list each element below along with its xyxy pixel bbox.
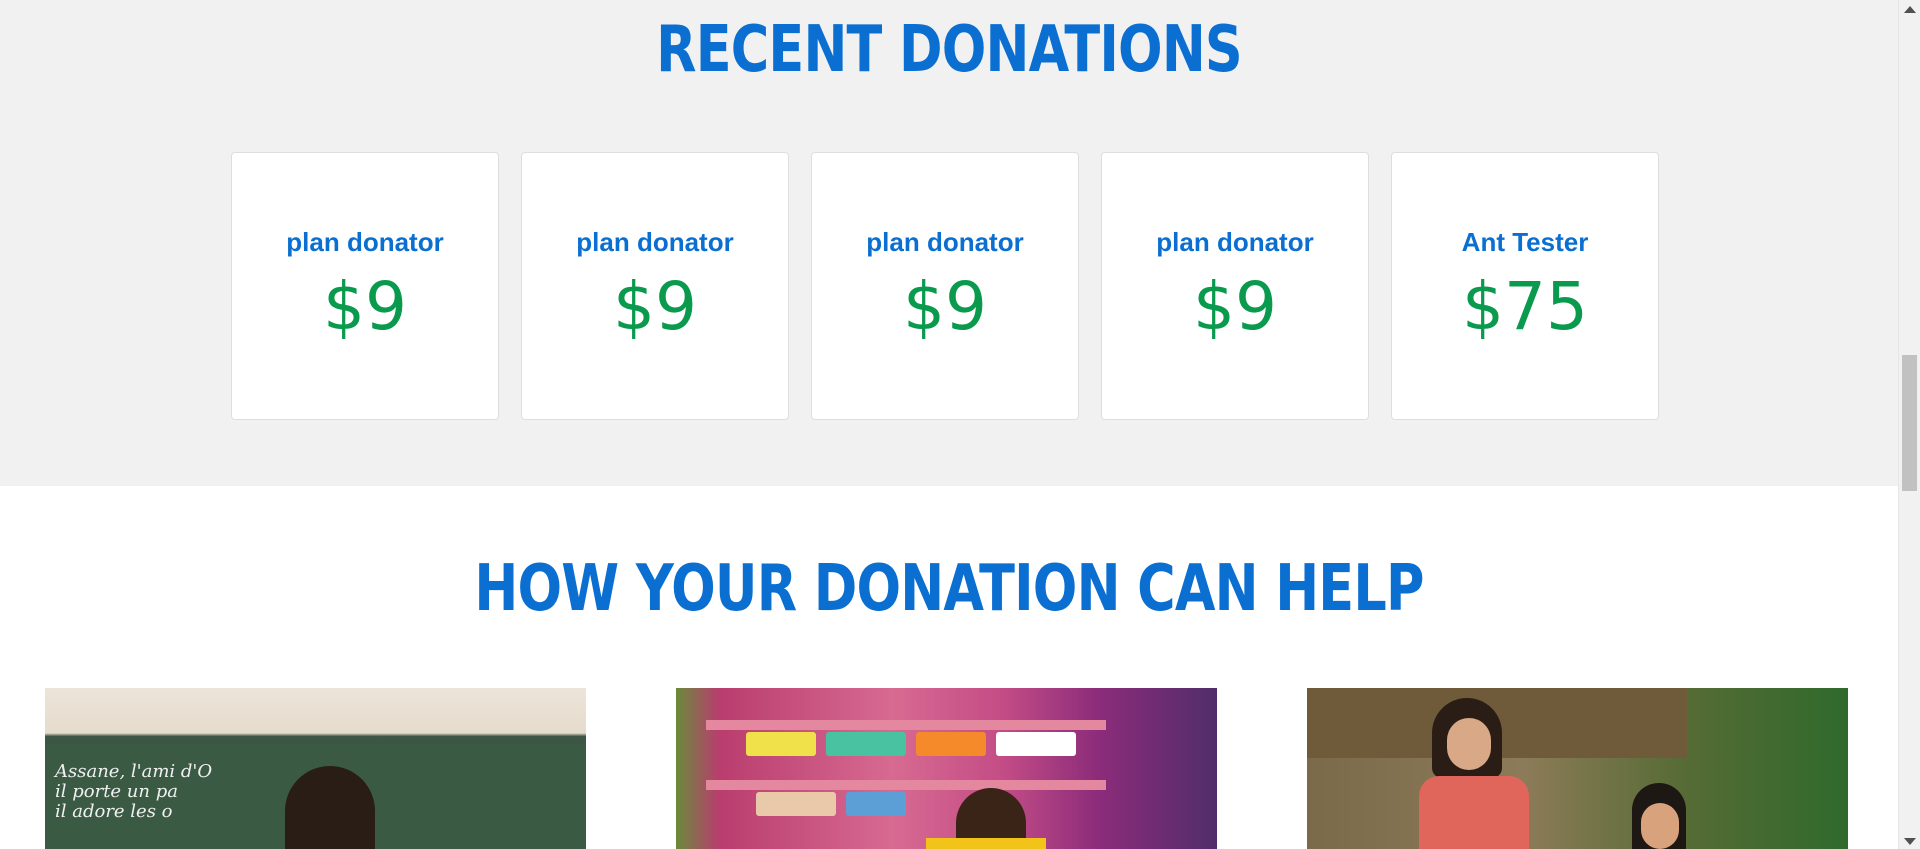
scroll-down-arrow-icon[interactable] <box>1904 838 1916 845</box>
woman-face <box>1447 718 1491 770</box>
donation-amount: $75 <box>1462 268 1588 345</box>
boy-face <box>1641 803 1679 849</box>
donation-card: plan donator $9 <box>231 152 499 420</box>
red-dress <box>1419 776 1529 849</box>
how-donation-helps-title: HOW YOUR DONATION CAN HELP <box>474 552 1424 626</box>
scroll-thumb[interactable] <box>1902 355 1917 491</box>
page: RECENT DONATIONS plan donator $9 plan do… <box>0 0 1920 849</box>
impact-images: Assane, l'ami d'O il porte un pa il ador… <box>45 688 1848 849</box>
fabric-shop-photo[interactable] <box>676 688 1217 849</box>
fabric-stack <box>826 732 906 756</box>
chalkboard-text: Assane, l'ami d'O il porte un pa il ador… <box>55 761 213 822</box>
donor-name: plan donator <box>576 227 734 257</box>
fabric-stack <box>756 792 836 816</box>
shirt <box>926 838 1046 849</box>
fabric-stack <box>996 732 1076 756</box>
donor-name: plan donator <box>286 227 444 257</box>
shelf <box>706 720 1106 730</box>
donation-card: plan donator $9 <box>811 152 1079 420</box>
teacher-figure <box>285 766 375 849</box>
vertical-scrollbar[interactable] <box>1898 0 1920 849</box>
recent-donations-title: RECENT DONATIONS <box>656 13 1243 87</box>
fabric-stack <box>846 792 906 816</box>
donor-name: Ant Tester <box>1461 227 1589 257</box>
donor-name: plan donator <box>1156 227 1314 257</box>
donation-card: Ant Tester $75 <box>1391 152 1659 420</box>
recent-donations-section: RECENT DONATIONS plan donator $9 plan do… <box>0 0 1898 486</box>
donation-amount: $9 <box>613 268 697 345</box>
scroll-up-arrow-icon[interactable] <box>1904 6 1916 13</box>
classroom-photo[interactable]: Assane, l'ami d'O il porte un pa il ador… <box>45 688 586 849</box>
donation-card: plan donator $9 <box>1101 152 1369 420</box>
donation-amount: $9 <box>903 268 987 345</box>
donation-amount: $9 <box>1193 268 1277 345</box>
donation-cards: plan donator $9 plan donator $9 plan don… <box>231 152 1659 420</box>
fabric-stack <box>916 732 986 756</box>
donation-amount: $9 <box>323 268 407 345</box>
donor-name: plan donator <box>866 227 1024 257</box>
fabric-stack <box>746 732 816 756</box>
shelf <box>706 780 1106 790</box>
donation-card: plan donator $9 <box>521 152 789 420</box>
village-photo[interactable] <box>1307 688 1848 849</box>
